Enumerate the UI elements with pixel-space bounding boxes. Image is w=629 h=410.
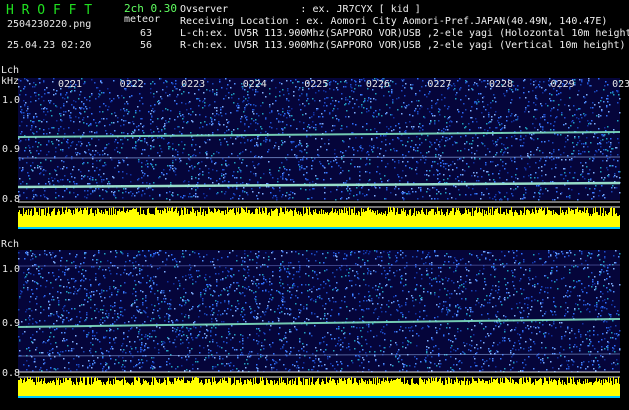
time-tick-label: 0229 bbox=[550, 79, 575, 90]
time-tick-label: 0222 bbox=[119, 79, 144, 90]
rch-label: Rch bbox=[1, 239, 20, 250]
freq-tick-label: 0.9 bbox=[2, 144, 21, 155]
signal-level-bars bbox=[18, 207, 620, 227]
time-tick-label: 0228 bbox=[488, 79, 514, 90]
khz-label: kHz bbox=[1, 76, 20, 87]
signal-level-bars bbox=[18, 377, 620, 396]
time-tick-label: 0221 bbox=[58, 79, 83, 90]
time-tick-label: 0226 bbox=[365, 79, 390, 90]
freq-tick-label: 1.0 bbox=[2, 264, 21, 275]
time-tick-label: 0224 bbox=[242, 79, 267, 90]
freq-tick-label: 1.0 bbox=[2, 95, 21, 106]
signal-baseline bbox=[18, 227, 620, 229]
time-tick-label: 0230 bbox=[612, 79, 629, 90]
time-tick-label: 0225 bbox=[304, 79, 329, 90]
time-tick-label: 0227 bbox=[427, 79, 452, 90]
freq-tick-label: 0.8 bbox=[2, 368, 21, 379]
lch-spectrogram bbox=[17, 78, 621, 229]
lch-label: Lch bbox=[1, 65, 20, 76]
freq-tick-label: 0.9 bbox=[2, 318, 21, 329]
rch-spectrogram bbox=[17, 250, 621, 398]
spectrogram-canvas bbox=[17, 78, 621, 398]
time-tick-label: 0223 bbox=[181, 79, 206, 90]
freq-tick-label: 0.8 bbox=[2, 194, 21, 205]
signal-baseline bbox=[18, 396, 620, 398]
